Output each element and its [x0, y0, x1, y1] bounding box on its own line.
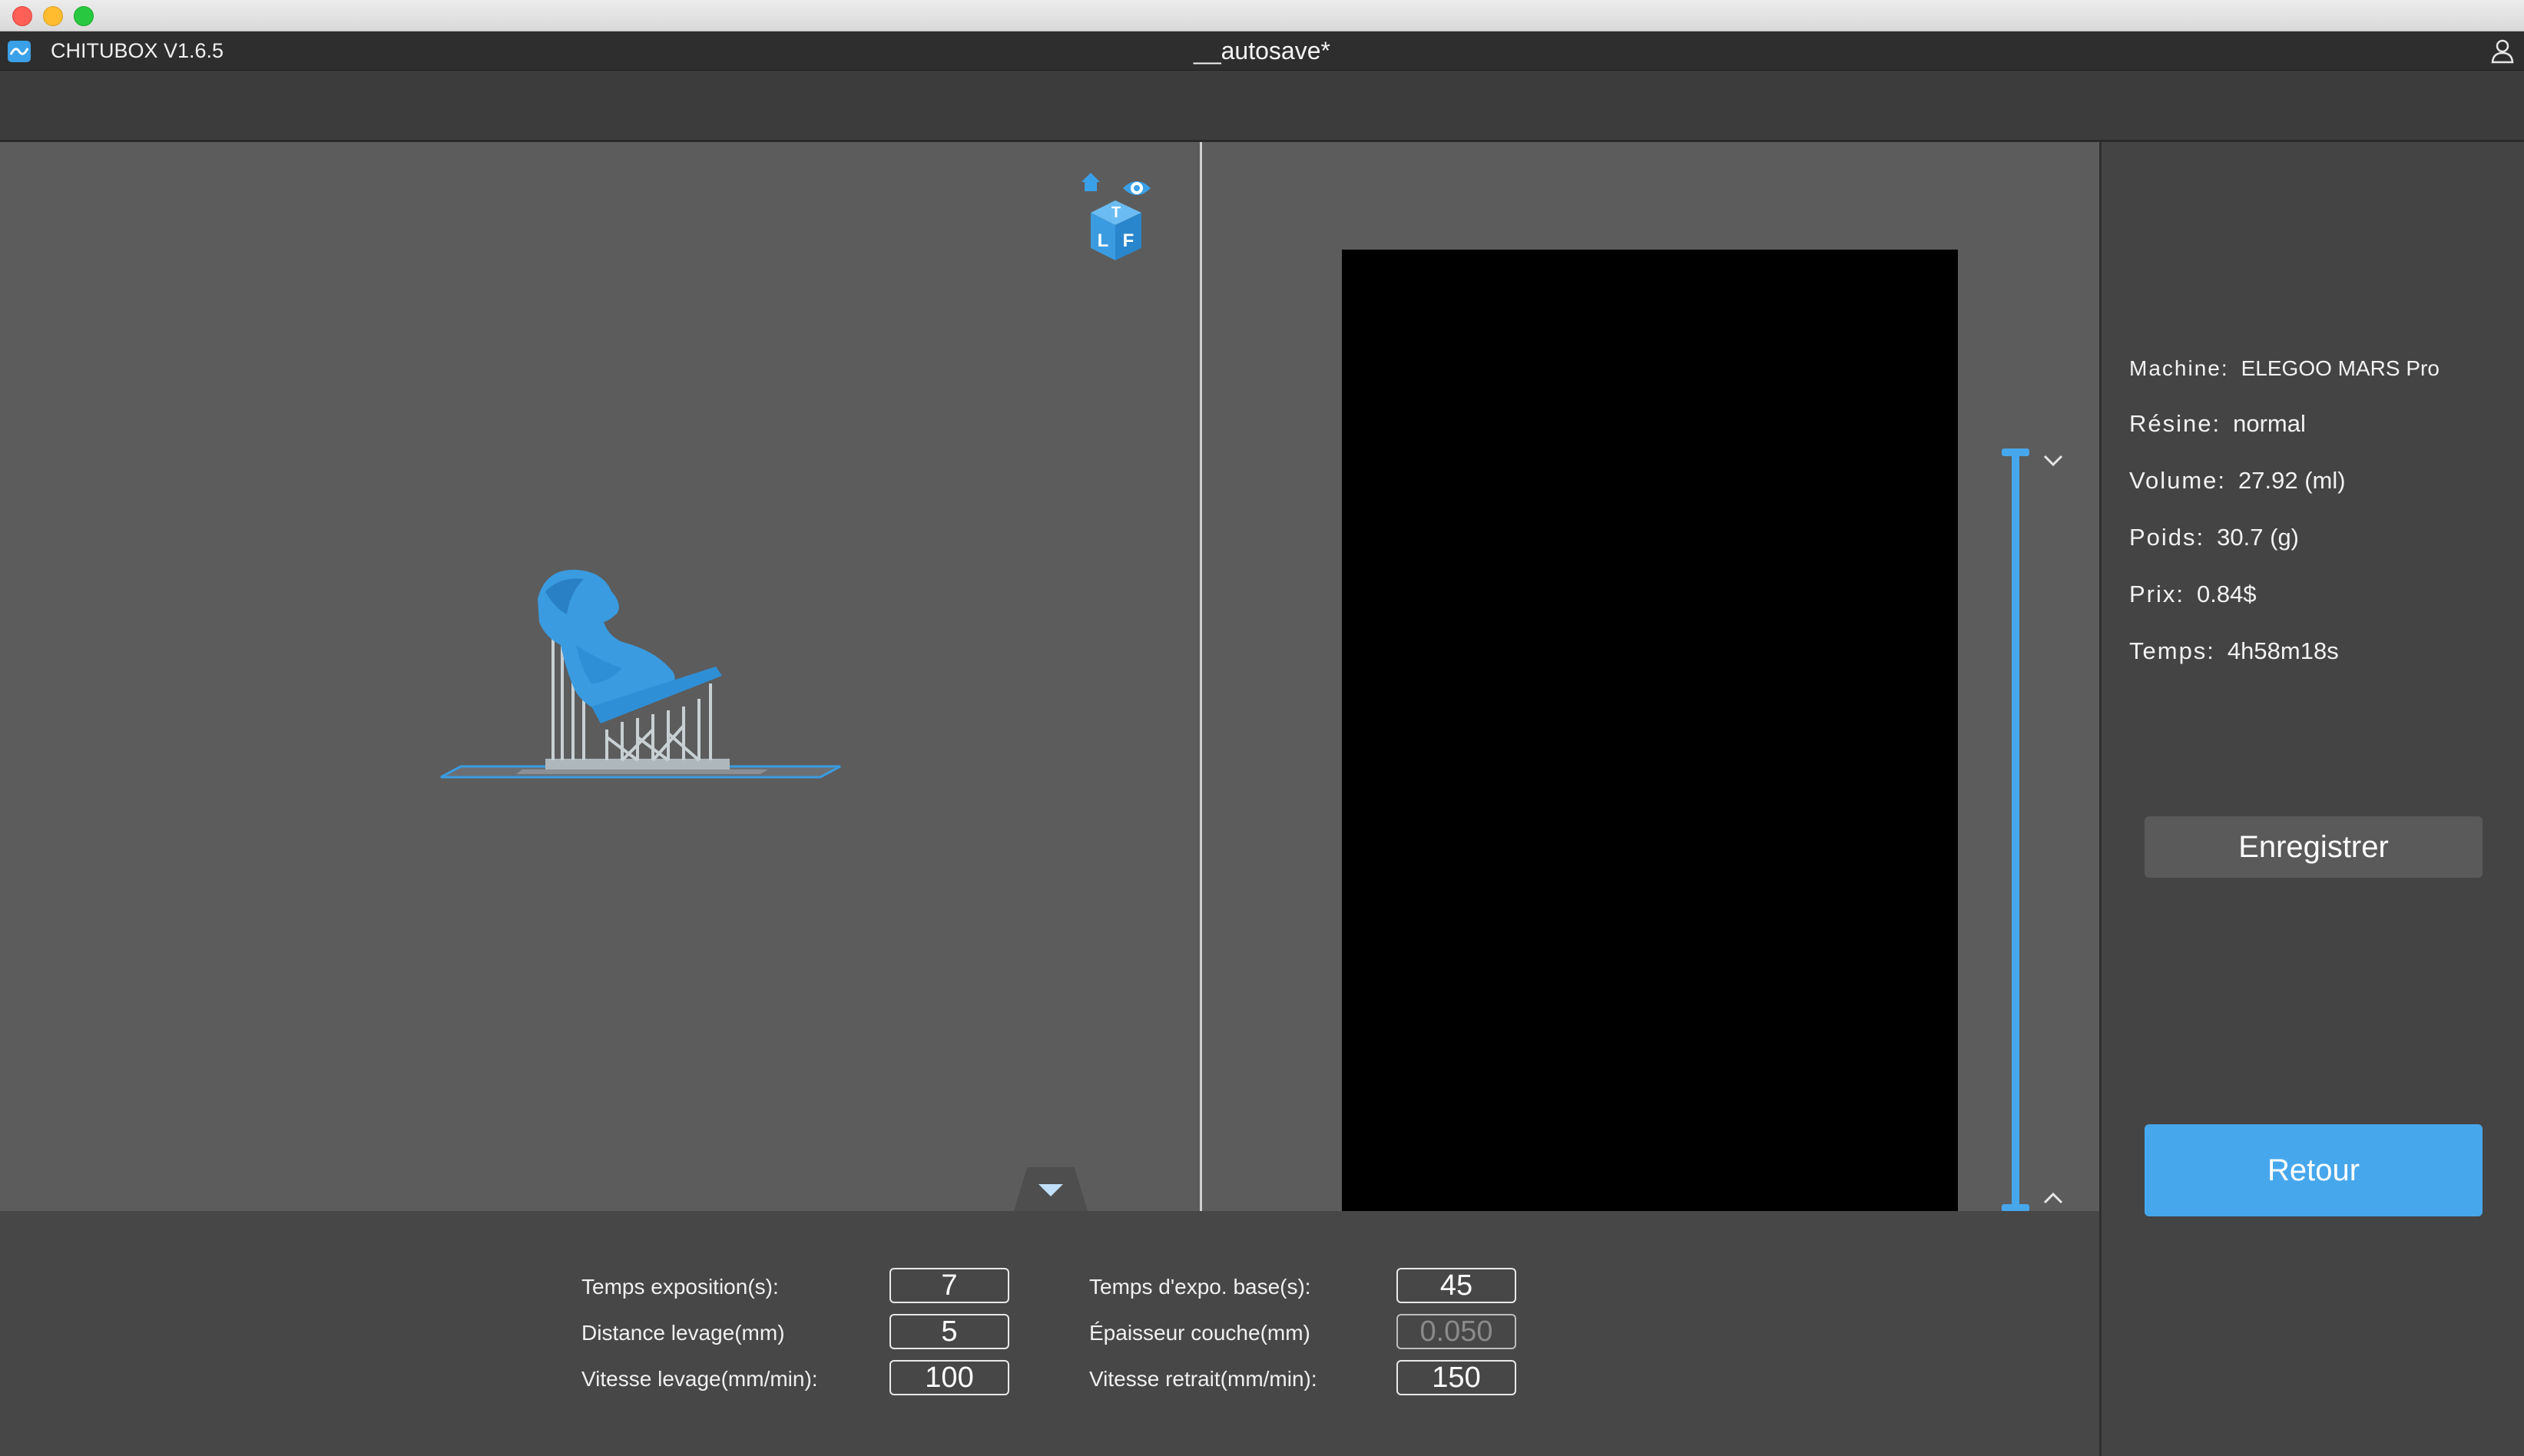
- view-cube-face-left[interactable]: L: [1098, 230, 1109, 251]
- weight-value: 30.7 (g): [2217, 524, 2300, 551]
- layer-up-chevron-icon[interactable]: [2042, 1190, 2065, 1206]
- resin-value: normal: [2233, 410, 2306, 437]
- app-header: CHITUBOX V1.6.5 __autosave*: [0, 31, 2524, 71]
- zoom-window-button[interactable]: [74, 6, 94, 26]
- resin-label: Résine:: [2129, 410, 2221, 437]
- home-view-icon[interactable]: [1081, 173, 1100, 191]
- orientation-cube-icon[interactable]: T L F: [1091, 200, 1141, 260]
- volume-info: Volume: 27.92 (ml): [2129, 467, 2346, 495]
- layer-down-chevron-icon[interactable]: [2042, 453, 2065, 468]
- time-label: Temps:: [2129, 637, 2215, 664]
- close-window-button[interactable]: [12, 6, 32, 26]
- 3d-model-preview[interactable]: [430, 553, 853, 791]
- resin-info: Résine: normal: [2129, 410, 2306, 438]
- eye-view-icon[interactable]: [1123, 181, 1151, 195]
- layer-thickness-label: Épaisseur couche(mm): [1089, 1321, 1310, 1345]
- back-button[interactable]: Retour: [2145, 1124, 2483, 1216]
- user-account-icon[interactable]: [2490, 38, 2515, 64]
- volume-label: Volume:: [2129, 467, 2227, 494]
- window-titlebar: [0, 0, 2524, 31]
- machine-label: Machine:: [2129, 356, 2229, 380]
- machine-value: ELEGOO MARS Pro: [2241, 356, 2440, 380]
- machine-info: Machine: ELEGOO MARS Pro: [2129, 356, 2440, 381]
- caret-down-icon: [1038, 1184, 1063, 1196]
- exposure-time-label: Temps exposition(s):: [581, 1275, 779, 1299]
- lift-distance-label: Distance levage(mm): [581, 1321, 785, 1345]
- exposure-time-input[interactable]: [889, 1268, 1009, 1303]
- document-title: __autosave*: [1194, 37, 1330, 65]
- save-button[interactable]: Enregistrer: [2145, 816, 2483, 878]
- minimize-window-button[interactable]: [43, 6, 63, 26]
- bottom-exposure-input[interactable]: [1396, 1268, 1516, 1303]
- bottom-exposure-label: Temps d'expo. base(s):: [1089, 1275, 1311, 1299]
- toolbar: [0, 71, 2524, 142]
- view-cube-face-front[interactable]: F: [1123, 230, 1134, 251]
- view-cube[interactable]: T L F: [1075, 165, 1175, 273]
- weight-label: Poids:: [2129, 524, 2205, 551]
- price-value: 0.84$: [2197, 581, 2257, 607]
- print-params-panel: [0, 1211, 2099, 1456]
- time-value: 4h58m18s: [2227, 637, 2339, 664]
- price-label: Prix:: [2129, 581, 2184, 607]
- retract-speed-label: Vitesse retrait(mm/min):: [1089, 1367, 1317, 1391]
- lift-speed-label: Vitesse levage(mm/min):: [581, 1367, 818, 1391]
- layer-slider-top-handle[interactable]: [2002, 448, 2029, 456]
- slice-layer-canvas: [1342, 250, 1958, 1211]
- weight-info: Poids: 30.7 (g): [2129, 524, 2299, 551]
- lift-distance-input[interactable]: [889, 1314, 1009, 1349]
- time-info: Temps: 4h58m18s: [2129, 637, 2339, 665]
- view-cube-face-top[interactable]: T: [1111, 204, 1121, 221]
- lift-speed-input[interactable]: [889, 1360, 1009, 1395]
- print-info-panel: [2099, 142, 2524, 1456]
- price-info: Prix: 0.84$: [2129, 581, 2257, 608]
- volume-value: 27.92 (ml): [2238, 467, 2346, 494]
- retract-speed-input[interactable]: [1396, 1360, 1516, 1395]
- layer-thickness-input: [1396, 1314, 1516, 1349]
- layer-slider[interactable]: [1997, 445, 2035, 1213]
